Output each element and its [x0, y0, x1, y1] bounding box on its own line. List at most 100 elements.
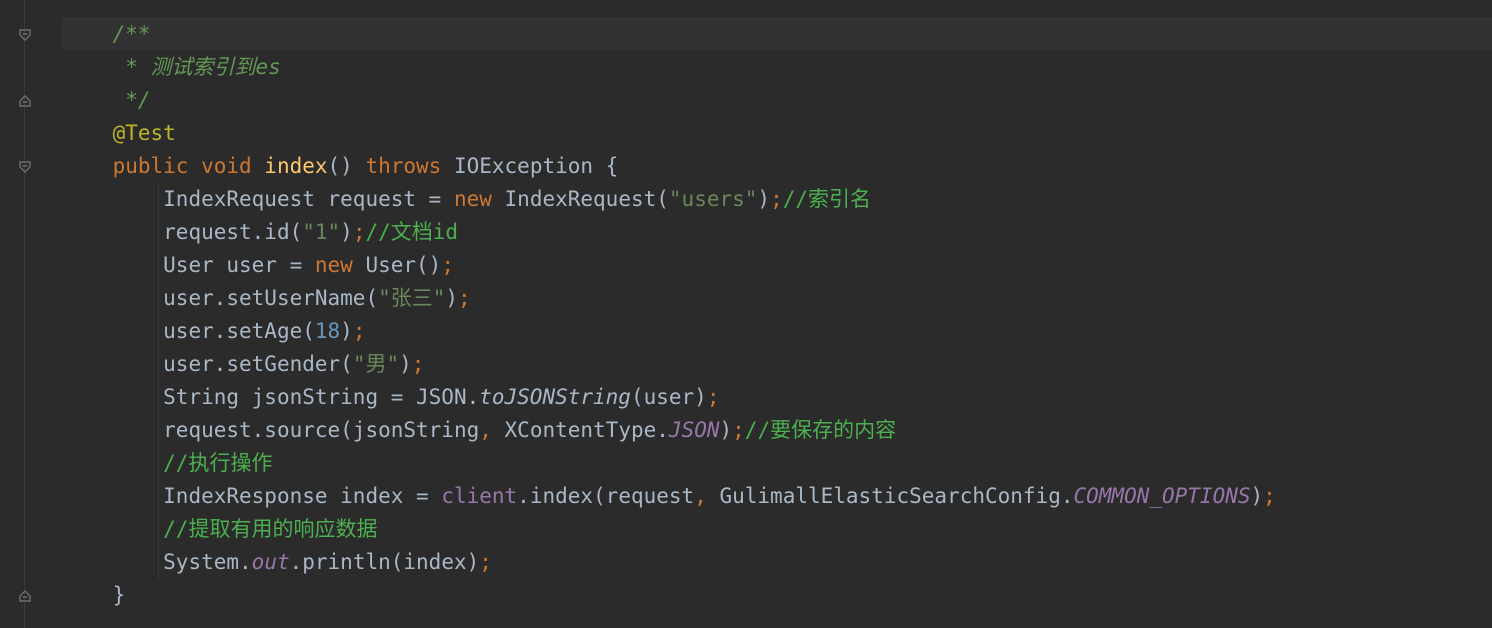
code-token: //索引名	[782, 187, 872, 211]
code-token: public void	[112, 154, 265, 178]
code-line[interactable]: }	[62, 579, 1492, 612]
code-line[interactable]: user.setAge(18);	[62, 315, 1492, 348]
code-token: //执行操作	[163, 451, 273, 475]
code-token: User()	[365, 253, 442, 277]
code-token: )	[399, 352, 412, 376]
code-line[interactable]: //提取有用的响应数据	[62, 513, 1492, 546]
code-token: "1"	[302, 220, 341, 244]
code-token: * 测试索引到es	[125, 55, 281, 79]
code-token: )	[1250, 484, 1264, 508]
code-token: User user =	[163, 253, 315, 277]
code-token: IndexResponse index =	[163, 484, 442, 508]
code-line[interactable]: System.out.println(index);	[62, 546, 1492, 579]
code-token: user.setAge(	[163, 319, 315, 343]
code-line[interactable]: user.setUserName("张三");	[62, 282, 1492, 315]
code-token: ()	[327, 154, 366, 178]
code-line[interactable]: /**	[62, 18, 1492, 51]
code-token: .println(index)	[289, 550, 480, 574]
code-token: }	[112, 583, 126, 607]
code-token: ;	[770, 187, 783, 211]
code-token: ;	[441, 253, 454, 277]
code-token: ;	[458, 286, 471, 310]
code-line[interactable]: public void index() throws IOException {	[62, 150, 1492, 183]
code-token: throws	[365, 154, 454, 178]
code-token: )	[340, 319, 353, 343]
code-token: .index(request	[517, 484, 695, 508]
code-token: user.setGender(	[163, 352, 353, 376]
code-token: )	[719, 418, 733, 442]
code-token: /**	[112, 22, 151, 46]
code-token: COMMON_OPTIONS	[1073, 484, 1251, 508]
code-line[interactable]: @Test	[62, 117, 1492, 150]
code-token: */	[125, 88, 151, 112]
code-line[interactable]: */	[62, 84, 1492, 117]
editor-gutter	[0, 0, 62, 628]
code-token: //提取有用的响应数据	[163, 517, 378, 541]
code-token: ;	[1263, 484, 1276, 508]
code-token: client	[441, 484, 518, 508]
code-token: ,	[694, 484, 720, 508]
fold-open-icon[interactable]	[18, 160, 32, 174]
code-token: IOException {	[453, 154, 619, 178]
code-token: out	[251, 550, 290, 574]
code-token: "张三"	[378, 286, 446, 310]
code-token: GulimallElasticSearchConfig.	[719, 484, 1074, 508]
code-token: ;	[352, 319, 366, 343]
code-token: new	[453, 187, 505, 211]
code-token: request.id(	[163, 220, 303, 244]
code-token: System.	[163, 550, 252, 574]
code-token: 18	[314, 319, 341, 343]
fold-close-icon[interactable]	[18, 94, 32, 108]
code-token: //文档id	[365, 220, 459, 244]
code-token: (user)	[630, 385, 707, 409]
code-line[interactable]: IndexRequest request = new IndexRequest(…	[62, 183, 1492, 216]
code-token: XContentType.	[504, 418, 669, 442]
code-token: String jsonString = JSON.	[163, 385, 480, 409]
code-token: user.setUserName(	[163, 286, 379, 310]
code-line[interactable]: request.source(jsonString, XContentType.…	[62, 414, 1492, 447]
code-line[interactable]: * 测试索引到es	[62, 51, 1492, 84]
code-token: new	[314, 253, 366, 277]
fold-open-icon[interactable]	[18, 28, 32, 42]
code-token: ;	[479, 550, 492, 574]
code-line[interactable]: //执行操作	[62, 447, 1492, 480]
code-line[interactable]: user.setGender("男");	[62, 348, 1492, 381]
code-token: )	[340, 220, 353, 244]
code-token: request.source(jsonString	[163, 418, 480, 442]
code-line[interactable]: request.id("1");//文档id	[62, 216, 1492, 249]
code-token: ;	[352, 220, 366, 244]
code-editor[interactable]: /** * 测试索引到es */ @Test public void index…	[0, 0, 1492, 628]
code-line[interactable]: User user = new User();	[62, 249, 1492, 282]
code-line[interactable]: String jsonString = JSON.toJSONString(us…	[62, 381, 1492, 414]
code-token: ;	[706, 385, 720, 409]
code-token: ,	[479, 418, 505, 442]
code-token: "users"	[668, 187, 758, 211]
fold-close-icon[interactable]	[18, 589, 32, 603]
code-token: JSON	[668, 418, 720, 442]
code-area[interactable]: /** * 测试索引到es */ @Test public void index…	[62, 18, 1492, 612]
code-token: toJSONString	[479, 385, 631, 409]
code-token: //要保存的内容	[744, 418, 897, 442]
code-token: )	[445, 286, 459, 310]
code-token: ;	[732, 418, 745, 442]
code-token: "男"	[352, 352, 400, 376]
code-line[interactable]: IndexResponse index = client.index(reque…	[62, 480, 1492, 513]
